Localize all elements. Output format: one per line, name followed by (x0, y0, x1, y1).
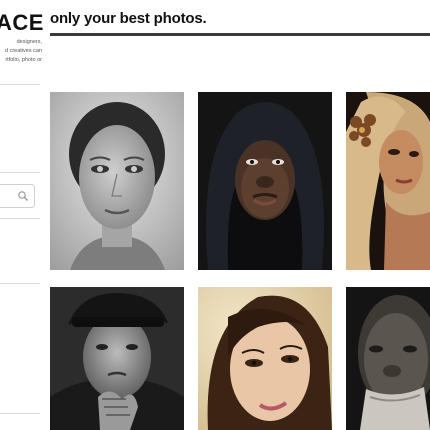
photo-woman-blonde-flower[interactable] (346, 92, 430, 270)
photo-elder-man[interactable] (346, 287, 430, 430)
search-icon[interactable] (17, 190, 29, 202)
sidebar-divider (0, 283, 40, 284)
site-logo[interactable]: ACE (0, 10, 44, 36)
tagline-line: rtfolio, photo or (5, 57, 42, 63)
sidebar-divider (0, 172, 40, 173)
tagline-line: d creatives can (5, 48, 42, 54)
sidebar-divider (0, 218, 40, 219)
heading-rule (50, 33, 430, 36)
photo-woman-brunette[interactable] (198, 287, 332, 430)
sidebar-divider (0, 84, 40, 85)
sidebar-divider (0, 413, 40, 414)
tagline-line: designers, (16, 39, 42, 45)
search-input[interactable] (0, 184, 35, 208)
photo-old-man-cap[interactable] (50, 287, 184, 430)
photo-woman-freckles[interactable] (50, 92, 184, 270)
page-title: only your best photos. (50, 10, 207, 27)
site-tagline: designers, d creatives can rtfolio, phot… (0, 38, 42, 65)
sidebar: ACE designers, d creatives can rtfolio, … (0, 0, 43, 430)
photo-man-hood[interactable] (198, 92, 332, 270)
